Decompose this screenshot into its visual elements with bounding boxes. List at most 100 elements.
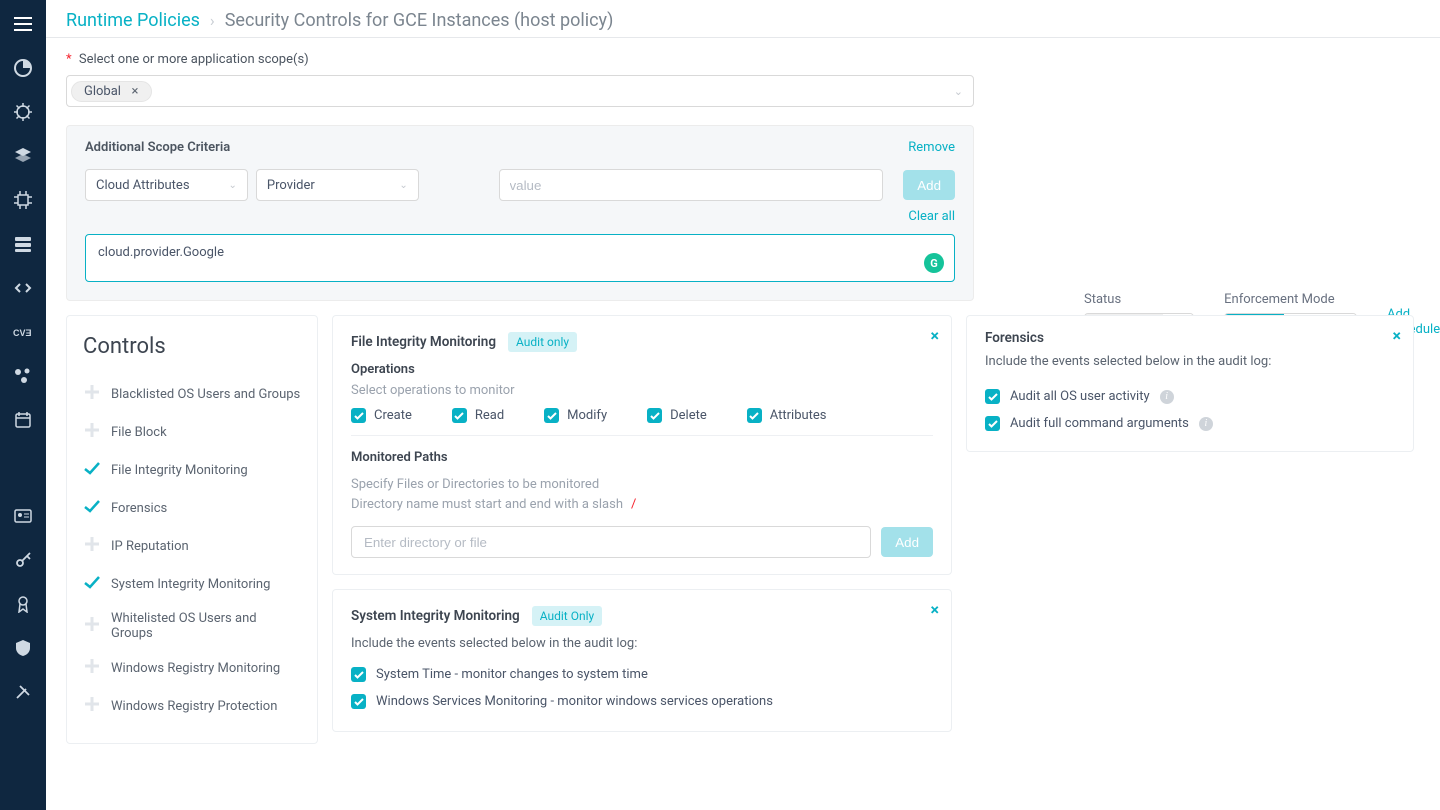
plus-icon xyxy=(83,421,101,443)
control-item[interactable]: File Block xyxy=(83,413,301,451)
op-create-checkbox[interactable]: Create xyxy=(351,408,412,423)
close-icon[interactable]: × xyxy=(1393,326,1402,345)
sim-description: Include the events selected below in the… xyxy=(351,636,933,651)
plus-icon xyxy=(83,383,101,405)
code-icon[interactable] xyxy=(13,278,33,298)
wheel-icon[interactable] xyxy=(13,102,33,122)
add-path-button[interactable]: Add xyxy=(881,527,933,557)
breadcrumb-parent-link[interactable]: Runtime Policies xyxy=(66,10,200,31)
audit-only-badge: Audit Only xyxy=(532,606,602,626)
control-item-label: File Block xyxy=(111,425,167,440)
center-column: × File Integrity Monitoring Audit only O… xyxy=(332,315,952,744)
fim-operations-heading: Operations xyxy=(351,362,933,377)
add-criteria-button[interactable]: Add xyxy=(903,170,955,200)
additional-scope-criteria: Additional Scope Criteria Remove Cloud A… xyxy=(66,125,974,301)
scope-section: * Select one or more application scope(s… xyxy=(46,38,1440,301)
control-item-label: IP Reputation xyxy=(111,539,189,554)
key-icon[interactable] xyxy=(13,550,33,570)
criteria-attr-select[interactable]: Provider ⌄ xyxy=(256,169,419,201)
calendar-icon[interactable] xyxy=(13,410,33,430)
required-indicator: * xyxy=(66,52,72,67)
forensics-panel: × Forensics Include the events selected … xyxy=(966,315,1414,452)
sim-system-time-checkbox[interactable] xyxy=(351,667,366,682)
control-item[interactable]: Whitelisted OS Users and Groups xyxy=(83,603,301,649)
chip-icon[interactable] xyxy=(13,190,33,210)
id-card-icon[interactable] xyxy=(13,506,33,526)
criteria-type-select[interactable]: Cloud Attributes ⌄ xyxy=(85,169,248,201)
control-item-label: Blacklisted OS Users and Groups xyxy=(111,387,300,402)
control-item[interactable]: IP Reputation xyxy=(83,527,301,565)
grammarly-icon: G xyxy=(924,253,944,273)
cve-icon[interactable]: CVƎ xyxy=(13,322,33,342)
breadcrumb-current: Security Controls for GCE Instances (hos… xyxy=(225,10,614,31)
chevron-down-icon: ⌄ xyxy=(229,180,237,191)
control-item-label: Windows Registry Protection xyxy=(111,699,277,714)
control-item[interactable]: Windows Registry Protection xyxy=(83,687,301,725)
breadcrumb: Runtime Policies › Security Controls for… xyxy=(46,0,1440,38)
control-item[interactable]: Forensics xyxy=(83,489,301,527)
criteria-attr-value: Provider xyxy=(267,178,315,193)
control-item[interactable]: File Integrity Monitoring xyxy=(83,451,301,489)
criteria-expression-box[interactable]: cloud.provider.Google G xyxy=(85,234,955,282)
sim-title: System Integrity Monitoring xyxy=(351,608,520,624)
forensics-opt1-label: Audit all OS user activity xyxy=(1010,389,1150,404)
chevron-down-icon: ⌄ xyxy=(954,85,963,98)
nodes-icon[interactable] xyxy=(13,366,33,386)
content-columns: Controls Blacklisted OS Users and Groups… xyxy=(46,301,1440,764)
chevron-down-icon: ⌄ xyxy=(399,180,407,191)
check-icon xyxy=(83,497,101,519)
criteria-title: Additional Scope Criteria xyxy=(85,140,230,155)
op-read-checkbox[interactable]: Read xyxy=(452,408,504,423)
control-item[interactable]: Blacklisted OS Users and Groups xyxy=(83,375,301,413)
scope-tag-label: Global xyxy=(84,84,121,99)
forensics-command-args-checkbox[interactable] xyxy=(985,416,1000,431)
criteria-type-value: Cloud Attributes xyxy=(96,178,190,193)
op-attributes-checkbox[interactable]: Attributes xyxy=(747,408,827,423)
fim-title: File Integrity Monitoring xyxy=(351,334,496,350)
forensics-user-activity-checkbox[interactable] xyxy=(985,389,1000,404)
plus-icon xyxy=(83,695,101,717)
close-icon[interactable]: × xyxy=(931,326,940,345)
criteria-expression: cloud.provider.Google xyxy=(98,245,224,260)
op-delete-checkbox[interactable]: Delete xyxy=(647,408,707,423)
scope-tag: Global × xyxy=(71,81,152,102)
scope-multiselect[interactable]: Global × ⌄ xyxy=(66,75,974,107)
tools-icon[interactable] xyxy=(13,682,33,702)
chevron-right-icon: › xyxy=(210,11,215,30)
right-column: × Forensics Include the events selected … xyxy=(966,315,1414,744)
check-icon xyxy=(83,459,101,481)
left-nav: CVƎ xyxy=(0,0,46,810)
enforcement-label: Enforcement Mode xyxy=(1224,292,1357,307)
control-item-label: Whitelisted OS Users and Groups xyxy=(111,611,301,641)
shield-icon[interactable] xyxy=(13,638,33,658)
remove-tag-icon[interactable]: × xyxy=(127,84,143,99)
control-item-label: Windows Registry Monitoring xyxy=(111,661,280,676)
slash-indicator: / xyxy=(631,497,636,512)
hamburger-icon[interactable] xyxy=(13,14,33,34)
layers-icon[interactable] xyxy=(13,146,33,166)
plus-icon xyxy=(83,535,101,557)
sim-opt2-label: Windows Services Monitoring - monitor wi… xyxy=(376,694,773,709)
close-icon[interactable]: × xyxy=(931,600,940,619)
monitored-path-input[interactable] xyxy=(351,526,871,558)
control-item-label: File Integrity Monitoring xyxy=(111,463,248,478)
badge-icon[interactable] xyxy=(13,594,33,614)
dashboard-icon[interactable] xyxy=(13,58,33,78)
scope-label: Select one or more application scope(s) xyxy=(79,52,309,67)
check-icon xyxy=(83,573,101,595)
op-modify-checkbox[interactable]: Modify xyxy=(544,408,607,423)
control-item-label: System Integrity Monitoring xyxy=(111,577,270,592)
criteria-value-input[interactable] xyxy=(499,169,884,201)
sim-windows-services-checkbox[interactable] xyxy=(351,694,366,709)
control-item[interactable]: Windows Registry Monitoring xyxy=(83,649,301,687)
server-icon[interactable] xyxy=(13,234,33,254)
info-icon[interactable]: i xyxy=(1199,417,1213,431)
remove-criteria-link[interactable]: Remove xyxy=(908,140,955,155)
control-item[interactable]: System Integrity Monitoring xyxy=(83,565,301,603)
file-integrity-panel: × File Integrity Monitoring Audit only O… xyxy=(332,315,952,575)
sim-opt1-label: System Time - monitor changes to system … xyxy=(376,667,648,682)
info-icon[interactable]: i xyxy=(1160,390,1174,404)
clear-all-link[interactable]: Clear all xyxy=(908,209,955,224)
fim-paths-hint: Specify Files or Directories to be monit… xyxy=(351,475,933,514)
audit-only-badge: Audit only xyxy=(508,332,577,352)
